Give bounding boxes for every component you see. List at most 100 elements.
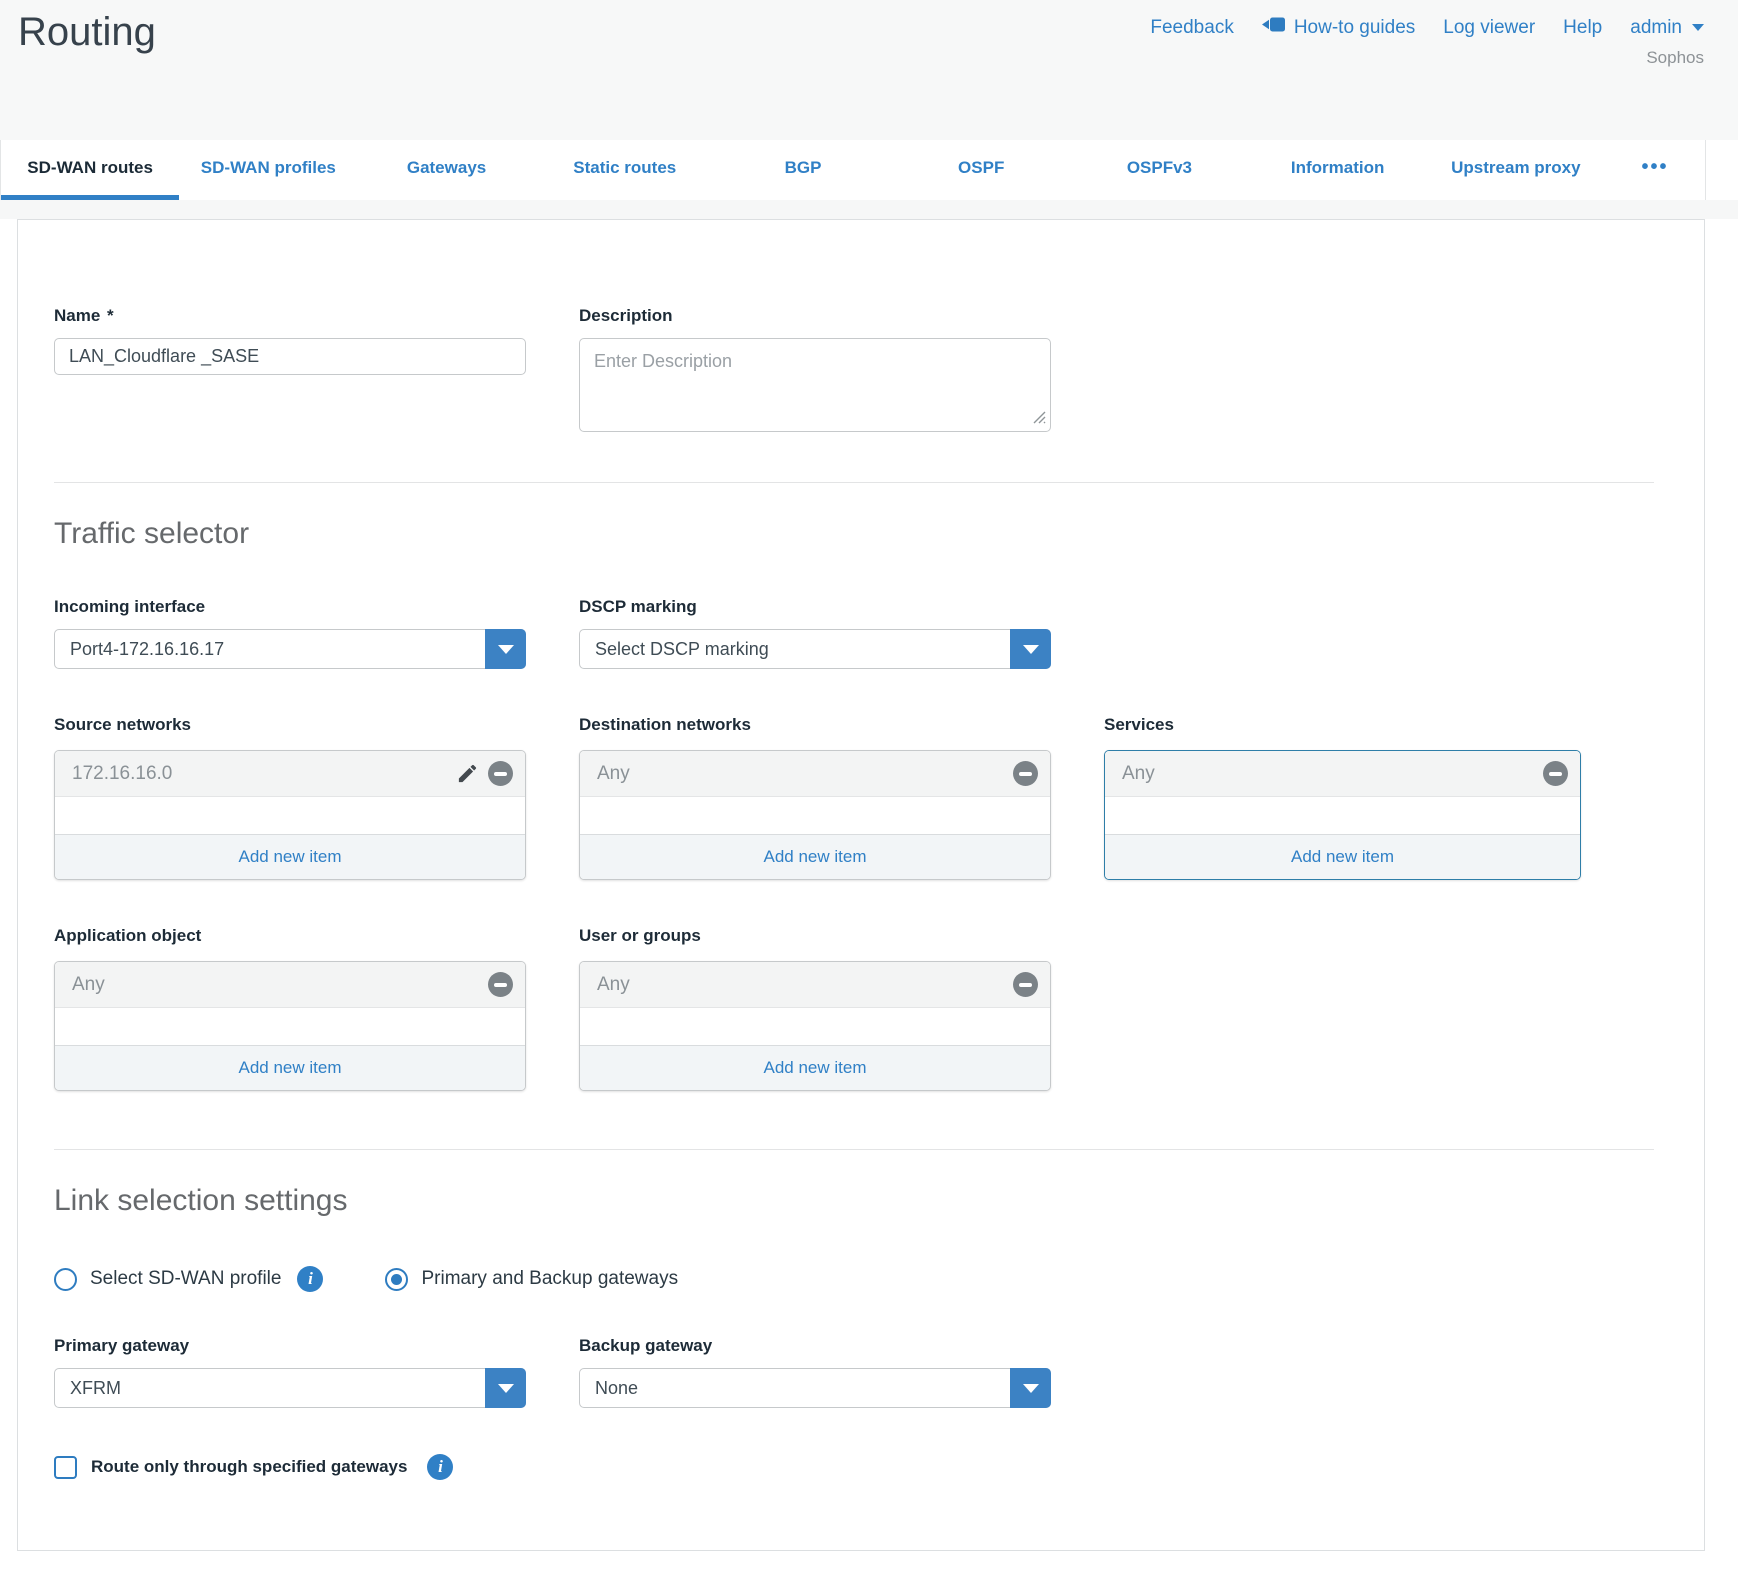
header-links: Feedback How-to guides Log viewer Help a… — [1150, 16, 1704, 39]
log-viewer-link[interactable]: Log viewer — [1443, 17, 1535, 39]
edit-pencil-icon[interactable] — [456, 762, 479, 785]
tab-gateways[interactable]: Gateways — [357, 140, 535, 200]
add-new-item-button[interactable]: Add new item — [580, 834, 1050, 879]
tab-sd-wan-profiles[interactable]: SD-WAN profiles — [179, 140, 357, 200]
primary-gateway-select[interactable]: XFRM — [54, 1368, 526, 1408]
chevron-down-icon — [1692, 24, 1704, 31]
gateway-labels: Primary gateway Backup gateway — [54, 1336, 1652, 1368]
remove-minus-icon[interactable] — [488, 761, 513, 786]
services-label: Services — [1104, 715, 1581, 735]
app-user-labels: Application object User or groups — [54, 926, 1652, 958]
dscp-marking-select[interactable]: Select DSCP marking — [579, 629, 1051, 669]
interface-dscp-labels: Incoming interface DSCP marking — [54, 597, 1652, 629]
name-field-group: Name * — [54, 306, 526, 437]
application-object-label: Application object — [54, 926, 526, 946]
add-new-item-button[interactable]: Add new item — [1105, 834, 1580, 879]
empty-area — [580, 1008, 1050, 1045]
chevron-down-icon — [1023, 1384, 1039, 1393]
tab-more-menu[interactable]: ••• — [1605, 140, 1705, 200]
user-or-groups-box: Any Add new item — [579, 961, 1051, 1091]
required-asterisk: * — [107, 306, 114, 325]
backup-gateway-select[interactable]: None — [579, 1368, 1051, 1408]
route-only-checkbox[interactable] — [54, 1456, 77, 1479]
interface-dscp-row: Port4-172.16.16.17 Select DSCP marking — [54, 629, 1652, 669]
divider — [54, 1149, 1654, 1150]
tab-ospf[interactable]: OSPF — [892, 140, 1070, 200]
add-new-item-button[interactable]: Add new item — [580, 1045, 1050, 1090]
info-icon[interactable]: i — [427, 1454, 453, 1480]
sd-wan-route-form: Name * Description Traffic sel — [17, 219, 1705, 1551]
tab-static-routes[interactable]: Static routes — [536, 140, 714, 200]
header-right: Feedback How-to guides Log viewer Help a… — [1150, 10, 1704, 68]
divider — [54, 482, 1654, 483]
remove-minus-icon[interactable] — [1013, 972, 1038, 997]
user-or-groups-label: User or groups — [579, 926, 1051, 946]
description-textarea[interactable] — [579, 338, 1051, 432]
routing-page: Routing Feedback How-to guides Log viewe… — [0, 0, 1738, 1551]
dropdown-button[interactable] — [485, 629, 526, 669]
empty-area — [580, 797, 1050, 834]
dscp-marking-label: DSCP marking — [579, 597, 1051, 617]
incoming-interface-select[interactable]: Port4-172.16.16.17 — [54, 629, 526, 669]
application-object-box: Any Add new item — [54, 961, 526, 1091]
tab-bar: SD-WAN routes SD-WAN profiles Gateways S… — [0, 140, 1706, 200]
source-networks-label: Source networks — [54, 715, 526, 735]
list-item: Any — [580, 751, 1050, 797]
feedback-link[interactable]: Feedback — [1150, 17, 1233, 39]
dropdown-button[interactable] — [1010, 1368, 1051, 1408]
chevron-down-icon — [498, 645, 514, 654]
radio-select-sd-wan-profile[interactable]: Select SD-WAN profile i — [54, 1266, 323, 1292]
remove-minus-icon[interactable] — [488, 972, 513, 997]
link-selection-radios: Select SD-WAN profile i Primary and Back… — [54, 1266, 1652, 1292]
help-link[interactable]: Help — [1563, 17, 1602, 39]
description-label: Description — [579, 306, 1051, 326]
traffic-selector-heading: Traffic selector — [54, 517, 1652, 551]
tab-sd-wan-routes[interactable]: SD-WAN routes — [1, 140, 179, 200]
list-item: Any — [1105, 751, 1580, 797]
destination-networks-box: Any Add new item — [579, 750, 1051, 880]
admin-menu[interactable]: admin — [1630, 17, 1704, 39]
tab-bgp[interactable]: BGP — [714, 140, 892, 200]
name-label: Name * — [54, 306, 526, 326]
gateway-selects-row: XFRM None — [54, 1368, 1652, 1408]
app-user-boxes-row: Any Add new item Any Add new item — [54, 961, 1652, 1091]
howto-guides-link[interactable]: How-to guides — [1262, 16, 1415, 39]
list-item: Any — [580, 962, 1050, 1008]
empty-area — [55, 1008, 525, 1045]
source-networks-box: 172.16.16.0 Add new item — [54, 750, 526, 880]
radio-primary-backup-gateways[interactable]: Primary and Backup gateways — [385, 1268, 678, 1291]
empty-area — [1105, 797, 1580, 834]
list-item: Any — [55, 962, 525, 1008]
dropdown-button[interactable] — [1010, 629, 1051, 669]
video-camera-icon — [1262, 16, 1286, 39]
tab-ospfv3[interactable]: OSPFv3 — [1070, 140, 1248, 200]
dropdown-button[interactable] — [485, 1368, 526, 1408]
add-new-item-button[interactable]: Add new item — [55, 834, 525, 879]
remove-minus-icon[interactable] — [1013, 761, 1038, 786]
description-field-group: Description — [579, 306, 1051, 437]
destination-networks-label: Destination networks — [579, 715, 1051, 735]
brand-label: Sophos — [1646, 48, 1704, 68]
empty-area — [55, 797, 525, 834]
route-only-row: Route only through specified gateways i — [54, 1454, 1652, 1480]
services-box: Any Add new item — [1104, 750, 1581, 880]
name-input[interactable] — [54, 338, 526, 375]
primary-gateway-label: Primary gateway — [54, 1336, 526, 1356]
incoming-interface-label: Incoming interface — [54, 597, 526, 617]
networks-boxes-row: 172.16.16.0 Add new item — [54, 750, 1652, 880]
chevron-down-icon — [1023, 645, 1039, 654]
radio-checked-icon[interactable] — [385, 1268, 408, 1291]
remove-minus-icon[interactable] — [1543, 761, 1568, 786]
route-only-label: Route only through specified gateways — [91, 1457, 407, 1477]
spacer — [0, 200, 1738, 219]
info-icon[interactable]: i — [297, 1266, 323, 1292]
tab-information[interactable]: Information — [1249, 140, 1427, 200]
name-description-row: Name * Description — [54, 306, 1652, 437]
radio-unchecked-icon[interactable] — [54, 1268, 77, 1291]
tab-upstream-proxy[interactable]: Upstream proxy — [1427, 140, 1605, 200]
chevron-down-icon — [498, 1384, 514, 1393]
backup-gateway-label: Backup gateway — [579, 1336, 1051, 1356]
list-item: 172.16.16.0 — [55, 751, 525, 797]
add-new-item-button[interactable]: Add new item — [55, 1045, 525, 1090]
page-header: Routing Feedback How-to guides Log viewe… — [0, 0, 1738, 140]
